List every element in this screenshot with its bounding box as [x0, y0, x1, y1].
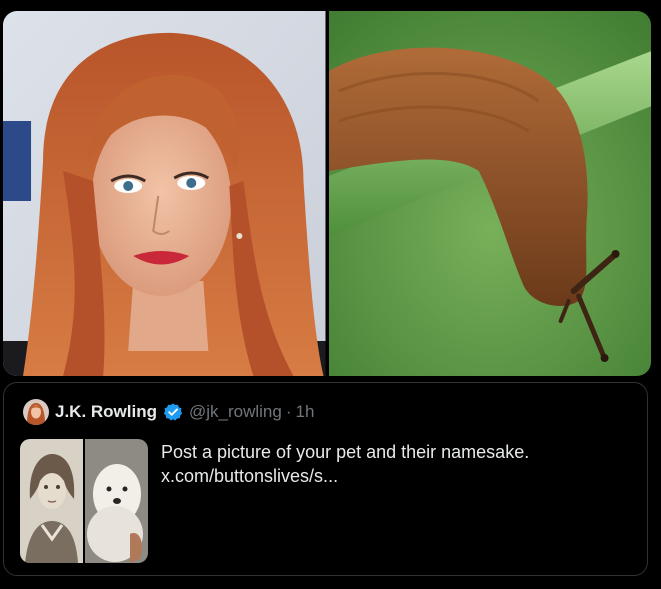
- quoted-post-card[interactable]: J.K. Rowling @jk_rowling · 1h Post a pic…: [3, 382, 648, 576]
- avatar[interactable]: [23, 399, 49, 425]
- media-image-portrait[interactable]: [3, 11, 326, 376]
- post-link[interactable]: x.com/buttonslives/s...: [161, 464, 631, 488]
- display-name[interactable]: J.K. Rowling: [55, 401, 157, 423]
- thumbnail-white-dog: [85, 439, 148, 563]
- verified-badge-icon: [163, 402, 183, 422]
- quoted-post-thumbnail[interactable]: [20, 439, 148, 563]
- avatar-image: [23, 399, 49, 425]
- quoted-post-text: Post a picture of your pet and their nam…: [161, 440, 631, 488]
- media-image-slug[interactable]: [328, 11, 651, 376]
- handle[interactable]: @jk_rowling: [189, 401, 282, 423]
- media-grid: [3, 11, 651, 376]
- slug-image: [328, 11, 651, 376]
- thumbnail-portrait-sketch: [20, 439, 83, 563]
- portrait-image: [3, 11, 326, 376]
- quoted-post-header: J.K. Rowling @jk_rowling · 1h: [23, 399, 314, 425]
- timestamp[interactable]: 1h: [296, 401, 315, 423]
- separator-dot: ·: [285, 402, 292, 421]
- post-body-text: Post a picture of your pet and their nam…: [161, 442, 530, 462]
